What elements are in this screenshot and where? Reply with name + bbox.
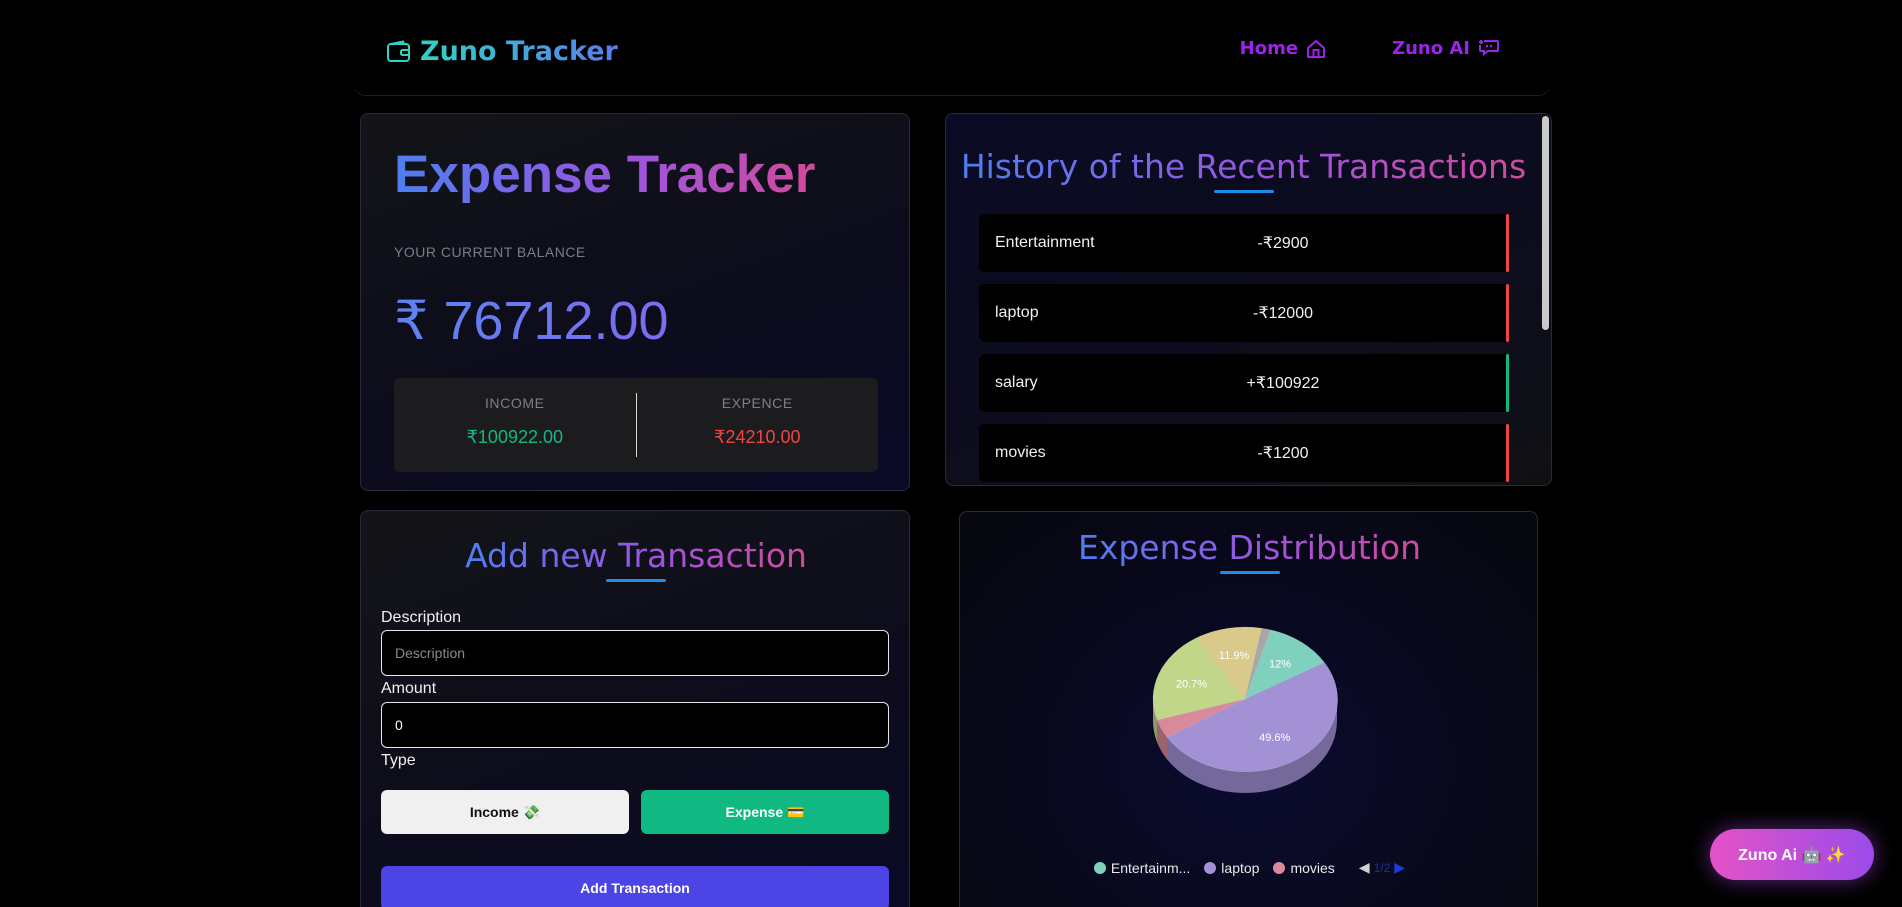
history-title: History of the Recent Transactions xyxy=(946,147,1541,193)
legend-next-icon[interactable]: ▶ xyxy=(1394,859,1405,876)
logo-text: Zuno Tracker xyxy=(420,36,618,67)
expense-type-button[interactable]: Expense 💳 xyxy=(641,790,889,834)
type-label: Type xyxy=(381,752,416,769)
legend-label: movies xyxy=(1290,859,1335,876)
legend-color-dot xyxy=(1093,861,1106,874)
nav-home-label: Home xyxy=(1239,38,1299,59)
expense-pie-chart[interactable]: 49.6% 20.7% 11.9% 12% xyxy=(960,512,1539,907)
pie-slice-label: 12% xyxy=(1269,659,1291,671)
transaction-item[interactable]: movies -₹1200 xyxy=(979,424,1509,482)
page-title: Expense Tracker xyxy=(394,145,816,204)
expense-label: EXPENCE xyxy=(721,395,793,411)
balance-card: Expense Tracker YOUR CURRENT BALANCE ₹ 7… xyxy=(360,113,910,491)
transaction-item[interactable]: laptop -₹12000 xyxy=(979,284,1509,342)
home-icon xyxy=(1307,39,1326,58)
transaction-type-indicator xyxy=(1506,424,1509,482)
income-summary: INCOME ₹100922.00 xyxy=(394,378,636,472)
add-transaction-button[interactable]: Add Transaction xyxy=(381,866,889,907)
amount-input[interactable]: 0 xyxy=(381,702,889,748)
income-type-button[interactable]: Income 💸 xyxy=(381,790,629,834)
balance-amount: ₹ 76712.00 xyxy=(394,291,669,351)
title-underline xyxy=(606,579,666,582)
legend-label: Entertainm... xyxy=(1110,859,1191,876)
add-transaction-title: Add new Transaction xyxy=(361,536,911,582)
pie-slice-label: 11.9% xyxy=(1219,650,1250,662)
transaction-item[interactable]: Entertainment -₹2900 xyxy=(979,214,1509,272)
pie-slice-label: 49.6% xyxy=(1259,732,1290,744)
legend-item-entertainment[interactable]: Entertainm... xyxy=(1093,859,1191,876)
legend-pager: ◀ 1/2 ▶ xyxy=(1359,859,1405,876)
pie-slice-label: 20.7% xyxy=(1176,679,1207,691)
title-underline xyxy=(1213,190,1274,193)
transaction-type-indicator xyxy=(1506,284,1509,342)
legend-color-dot xyxy=(1204,861,1217,874)
nav-home[interactable]: Home xyxy=(1240,38,1326,59)
legend-color-dot xyxy=(1273,861,1286,874)
transaction-amount: +₹100922 xyxy=(1246,375,1320,392)
transaction-amount: -₹1200 xyxy=(1257,445,1309,462)
balance-label: YOUR CURRENT BALANCE xyxy=(394,244,586,260)
description-label: Description xyxy=(381,609,462,626)
amount-label: Amount xyxy=(381,680,437,697)
nav-zuno-ai-label: Zuno AI xyxy=(1392,38,1470,59)
transaction-type-indicator xyxy=(1506,354,1509,412)
nav-zuno-ai[interactable]: Zuno AI xyxy=(1392,38,1500,59)
income-value: ₹100922.00 xyxy=(466,427,564,447)
income-label: INCOME xyxy=(484,395,545,411)
transaction-item[interactable]: salary +₹100922 xyxy=(979,354,1509,412)
transaction-type-indicator xyxy=(1506,214,1509,272)
add-transaction-title-text: Add new Transaction xyxy=(465,536,807,575)
top-navbar: Zuno Tracker Home Zuno AI xyxy=(352,0,1552,96)
transaction-amount: -₹2900 xyxy=(1257,235,1309,252)
transaction-history-card: History of the Recent Transactions Enter… xyxy=(945,113,1552,486)
expense-distribution-card: Expense Distribution 49.6% 20.7% 11.9% 12% … xyxy=(959,511,1538,907)
expense-value: ₹24210.00 xyxy=(713,427,801,447)
expense-summary: EXPENCE ₹24210.00 xyxy=(637,378,879,472)
history-title-text: History of the Recent Transactions xyxy=(960,147,1527,186)
main-nav: Home Zuno AI xyxy=(1240,38,1500,59)
zuno-ai-floating-button[interactable]: Zuno Ai 🤖 ✨ xyxy=(1710,829,1874,880)
legend-page-indicator: 1/2 xyxy=(1373,860,1391,875)
chat-icon xyxy=(1479,39,1499,56)
chart-legend: Entertainm... laptop movies ◀ 1/2 ▶ xyxy=(960,859,1539,876)
wallet-icon xyxy=(387,39,410,62)
income-expense-summary: INCOME ₹100922.00 EXPENCE ₹24210.00 xyxy=(394,378,878,472)
app-logo[interactable]: Zuno Tracker xyxy=(386,36,618,67)
description-input[interactable]: Description xyxy=(381,630,889,676)
legend-prev-icon[interactable]: ◀ xyxy=(1359,859,1370,876)
legend-label: laptop xyxy=(1221,859,1260,876)
legend-item-movies[interactable]: movies xyxy=(1273,859,1335,876)
transaction-list: Entertainment -₹2900 laptop -₹12000 sala… xyxy=(979,214,1509,485)
history-scrollbar[interactable] xyxy=(1542,116,1549,330)
add-transaction-card: Add new Transaction Description Descript… xyxy=(360,510,910,907)
legend-item-laptop[interactable]: laptop xyxy=(1204,860,1259,876)
transaction-amount: -₹12000 xyxy=(1253,305,1313,322)
